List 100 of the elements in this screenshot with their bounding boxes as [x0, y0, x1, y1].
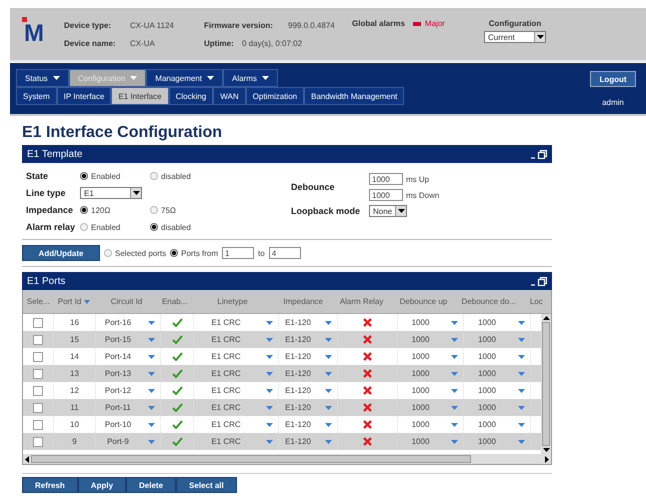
action-button[interactable]: Apply [78, 477, 126, 493]
column-header[interactable]: Linetype [190, 297, 274, 306]
submenu-tab[interactable]: Optimization [246, 87, 304, 105]
column-header[interactable]: Alarm Relay [332, 297, 392, 306]
column-header[interactable]: Debounce do... [456, 297, 522, 306]
row-checkbox[interactable] [33, 368, 43, 378]
radio-label: Selected ports [115, 248, 166, 258]
caret-icon [398, 209, 404, 213]
row-checkbox[interactable] [33, 318, 43, 328]
row-checkbox[interactable] [33, 334, 43, 344]
menu-tab[interactable]: Status [16, 69, 69, 87]
action-button[interactable]: Delete [126, 477, 176, 493]
caret-icon [266, 320, 273, 324]
caret-icon [325, 388, 332, 392]
table-cell[interactable]: 1000 [398, 433, 464, 450]
radio-button[interactable] [80, 206, 88, 214]
debounce-down-field[interactable]: 1000 [369, 189, 403, 201]
table-cell[interactable]: Port-9 [96, 433, 161, 450]
caret-icon [325, 338, 332, 342]
info-label: Device name: [64, 38, 117, 48]
caret-icon [518, 320, 525, 324]
submenu-tab[interactable]: System [16, 87, 57, 105]
submenu-tab[interactable]: IP Interface [56, 87, 112, 105]
caret-icon [536, 35, 544, 39]
window-controls-icon [531, 276, 547, 286]
row-checkbox[interactable] [33, 436, 43, 446]
caret-icon [451, 440, 458, 444]
caret-icon [132, 191, 140, 195]
caret-icon [451, 372, 458, 376]
vertical-scrollbar[interactable] [541, 314, 551, 454]
submenu-tab[interactable]: Bandwidth Management [304, 87, 404, 105]
action-button[interactable]: Select all [176, 477, 237, 493]
column-header[interactable]: Circuit Id [94, 297, 158, 306]
scroll-left-icon [25, 456, 29, 462]
radio-button[interactable] [104, 249, 112, 257]
table-cell: 16 [70, 318, 79, 327]
radio-button[interactable] [80, 172, 88, 180]
radio-button[interactable] [170, 249, 178, 257]
radio-button[interactable] [150, 223, 158, 231]
caret-icon [266, 354, 273, 358]
logout-button[interactable]: Logout [590, 71, 636, 87]
window-controls-icon [531, 150, 547, 158]
action-button[interactable]: Refresh [22, 477, 78, 493]
caret-icon [148, 422, 155, 426]
menu-tab[interactable]: Management [146, 69, 223, 87]
submenu-tab[interactable]: WAN [213, 87, 246, 105]
sort-icon [84, 300, 90, 304]
scroll-up-icon [542, 316, 550, 320]
table-cell[interactable]: 1000 [464, 433, 531, 450]
row-checkbox[interactable] [33, 420, 43, 430]
field-label: Line type [26, 188, 67, 198]
info-label: Firmware version: [204, 20, 274, 30]
add-update-button[interactable]: Add/Update [22, 245, 100, 261]
menu-tab[interactable]: Alarms [222, 69, 278, 87]
panel-title: E1 Ports [27, 276, 66, 286]
configuration-dropdown[interactable]: Current [484, 31, 546, 43]
radio-button[interactable] [150, 172, 158, 180]
table-cell: 13 [70, 369, 79, 378]
submenu-tab[interactable]: Clocking [168, 87, 214, 105]
caret-icon [206, 76, 214, 80]
info-label: Uptime: [204, 38, 235, 48]
ports-to-field[interactable]: 4 [268, 247, 301, 259]
debounce-up-field[interactable]: 1000 [369, 173, 403, 185]
ports-from-field[interactable]: 1 [222, 247, 254, 259]
line-type-dropdown[interactable]: E1 [80, 187, 142, 199]
row-checkbox[interactable] [33, 386, 43, 396]
scroll-down-icon [542, 448, 550, 452]
column-header[interactable]: Port Id [53, 297, 95, 306]
caret-icon [148, 440, 155, 444]
info-label: Device type: [64, 20, 112, 30]
field-label: Impedance [26, 205, 74, 215]
loopback-mode-dropdown[interactable]: None [369, 205, 407, 217]
caret-icon [451, 338, 458, 342]
radio-button[interactable] [80, 223, 88, 231]
page-title: E1 Interface Configuration [22, 124, 224, 142]
column-header[interactable]: Sele... [23, 297, 54, 306]
radio-label: disabled [161, 222, 191, 232]
column-header[interactable]: Loc [522, 297, 551, 306]
caret-icon [325, 354, 332, 358]
radio-label: Enabled [91, 172, 120, 180]
row-checkbox[interactable] [33, 352, 43, 362]
table-cell[interactable]: E1-120 [279, 433, 338, 450]
table-cell: 15 [70, 335, 79, 344]
scroll-right-icon [545, 456, 549, 462]
radio-button[interactable] [150, 206, 158, 214]
table-cell[interactable]: E1 CRC [194, 433, 279, 450]
caret-icon [325, 422, 332, 426]
caret-icon [518, 422, 525, 426]
column-header[interactable]: Impedance [274, 297, 332, 306]
caret-icon [518, 338, 525, 342]
caret-icon [451, 406, 458, 410]
caret-icon [266, 338, 273, 342]
column-header[interactable]: Enab... [158, 297, 191, 306]
caret-icon [451, 354, 458, 358]
caret-icon [148, 320, 155, 324]
column-header[interactable]: Debounce up [391, 297, 456, 306]
configuration-label: Configuration [488, 19, 542, 28]
row-checkbox[interactable] [33, 402, 43, 412]
horizontal-scrollbar[interactable] [23, 454, 551, 464]
submenu-tab[interactable]: E1 Interface [111, 87, 169, 105]
